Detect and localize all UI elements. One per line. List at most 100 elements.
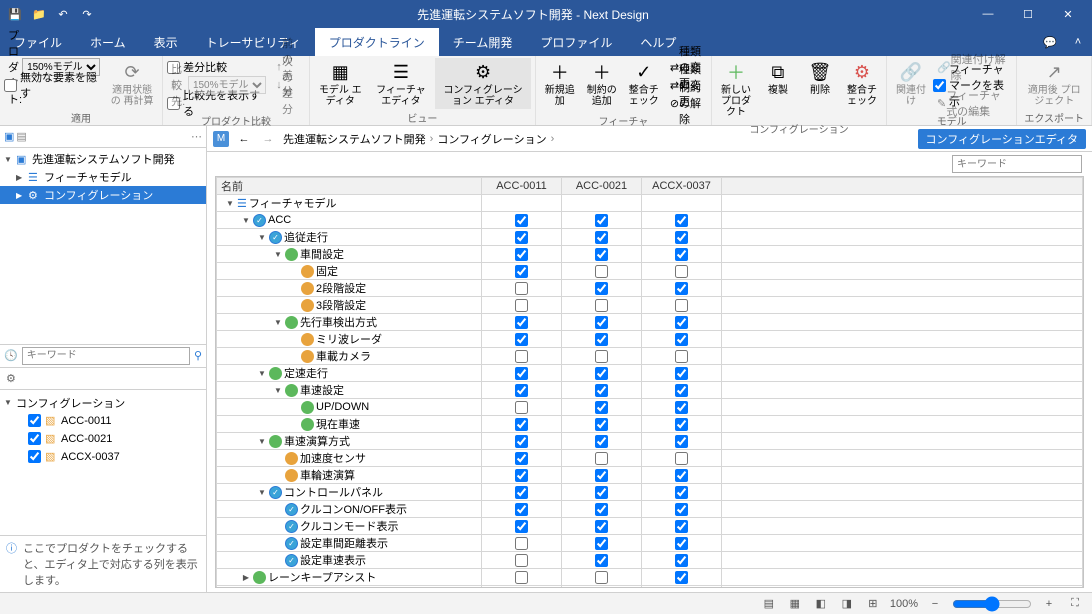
feature-checkbox[interactable] <box>515 248 528 261</box>
delete-button[interactable]: 🗑削除 <box>800 58 840 98</box>
feature-checkbox[interactable] <box>595 571 608 584</box>
tree-configuration[interactable]: ▶⚙コンフィグレーション <box>0 186 206 204</box>
feature-checkbox[interactable] <box>595 367 608 380</box>
feature-checkbox[interactable] <box>595 401 608 414</box>
feature-checkbox[interactable] <box>675 469 688 482</box>
qat-save-icon[interactable]: 💾 <box>4 3 26 25</box>
tab-structure-icon[interactable]: ▤ <box>16 130 26 143</box>
feature-checkbox[interactable] <box>675 452 688 465</box>
grid-row[interactable]: ▼先行車検出方式 <box>217 314 1083 331</box>
filter-icon[interactable]: ⚲ <box>194 349 202 362</box>
feature-checkbox[interactable] <box>675 333 688 346</box>
feature-check-button[interactable]: ✓整合チェック <box>624 58 664 109</box>
grid-row[interactable]: 車輪速演算 <box>217 467 1083 484</box>
feature-checkbox[interactable] <box>595 486 608 499</box>
new-product-button[interactable]: ＋新しい プロダクト <box>716 58 756 120</box>
grid-row[interactable]: ▼✓ACC <box>217 212 1083 229</box>
grid-row[interactable]: ▼車速設定 <box>217 382 1083 399</box>
export-button[interactable]: ↗適用後 プロジェクト <box>1021 58 1087 109</box>
breadcrumb-path[interactable]: 先進運転システムソフト開発›コンフィグレーション› <box>283 131 912 147</box>
feature-checkbox[interactable] <box>595 384 608 397</box>
feature-checkbox[interactable] <box>515 316 528 329</box>
feature-checkbox[interactable] <box>515 282 528 295</box>
grid-row[interactable]: ▼☰フィーチャモデル <box>217 195 1083 212</box>
grid-header[interactable]: ACC-0021 <box>562 178 642 195</box>
feature-checkbox[interactable] <box>515 418 528 431</box>
tab-project-icon[interactable]: ▣ <box>4 130 14 143</box>
grid-row[interactable]: 3段階設定 <box>217 297 1083 314</box>
tree-feature-model[interactable]: ▶☰フィーチャモデル <box>0 168 206 186</box>
feature-checkbox[interactable] <box>595 248 608 261</box>
feature-checkbox[interactable] <box>515 503 528 516</box>
grid-row[interactable]: 2段階設定 <box>217 280 1083 297</box>
grid-row[interactable]: 加速度センサ <box>217 450 1083 467</box>
row-expander[interactable]: ▼ <box>257 369 267 378</box>
row-expander[interactable]: ▼ <box>225 199 235 208</box>
feature-checkbox[interactable] <box>675 554 688 567</box>
maximize-button[interactable]: ☐ <box>1008 0 1048 28</box>
hide-invalid-checkbox[interactable]: 無効な要素を隠す <box>4 76 104 94</box>
feature-checkbox[interactable] <box>515 401 528 414</box>
compare-to-select[interactable]: 比較先: 150%モデル <box>167 76 270 94</box>
tree-root[interactable]: ▼▣先進運転システムソフト開発 <box>0 150 206 168</box>
grid-row[interactable]: ✓クルコンON/OFF表示 <box>217 501 1083 518</box>
feature-checkbox[interactable] <box>675 571 688 584</box>
qat-redo-icon[interactable]: ↷ <box>76 3 98 25</box>
cfg-root[interactable]: ▼コンフィグレーション <box>0 394 206 412</box>
feature-checkbox[interactable] <box>595 520 608 533</box>
feature-checkbox[interactable] <box>515 214 528 227</box>
row-expander[interactable]: ▼ <box>257 233 267 242</box>
feature-checkbox[interactable] <box>515 265 528 278</box>
feature-checkbox[interactable] <box>595 214 608 227</box>
breadcrumb-segment[interactable]: 先進運転システムソフト開発 <box>283 131 426 147</box>
add-constraint-button[interactable]: ＋制約の追加 <box>582 58 622 109</box>
feature-editor-button[interactable]: ☰フィーチャ エディタ <box>369 58 434 109</box>
zoom-slider[interactable] <box>952 596 1032 612</box>
feature-checkbox[interactable] <box>595 469 608 482</box>
grid-header[interactable]: 名前 <box>217 178 482 195</box>
feature-checkbox[interactable] <box>675 350 688 363</box>
feature-checkbox[interactable] <box>515 435 528 448</box>
cfg-item-checkbox[interactable] <box>28 414 41 427</box>
row-expander[interactable]: ▼ <box>257 437 267 446</box>
zoom-out-button[interactable]: − <box>926 598 944 610</box>
feature-checkbox[interactable] <box>515 367 528 380</box>
feature-checkbox[interactable] <box>595 452 608 465</box>
grid-row[interactable]: ▼車速演算方式 <box>217 433 1083 450</box>
feature-checkbox[interactable] <box>515 231 528 244</box>
grid-row[interactable]: 現在車速 <box>217 416 1083 433</box>
feature-checkbox[interactable] <box>515 588 528 589</box>
cfg-item[interactable]: ▧ACCX-0037 <box>0 448 206 466</box>
nav-back-button[interactable]: ← <box>235 130 253 148</box>
grid-row[interactable]: ✓設定車速表示 <box>217 552 1083 569</box>
edit-fexpr-button[interactable]: ✎フィーチャ式の編集 <box>933 94 1012 112</box>
feature-checkbox[interactable] <box>515 452 528 465</box>
cfg-item-checkbox[interactable] <box>28 450 41 463</box>
feature-checkbox[interactable] <box>675 418 688 431</box>
close-button[interactable]: ✕ <box>1048 0 1088 28</box>
reapply-button[interactable]: ⟳ 適用状態の 再計算 <box>106 58 158 109</box>
feature-checkbox[interactable] <box>675 248 688 261</box>
feature-checkbox[interactable] <box>595 231 608 244</box>
feature-checkbox[interactable] <box>595 350 608 363</box>
config-check-button[interactable]: ⚙整合チェック <box>842 58 882 109</box>
nav-forward-button[interactable]: → <box>259 130 277 148</box>
grid-row[interactable]: UP/DOWN <box>217 399 1083 416</box>
cfg-item[interactable]: ▧ACC-0011 <box>0 412 206 430</box>
sb-view4-icon[interactable]: ◨ <box>838 597 856 610</box>
feature-checkbox[interactable] <box>515 537 528 550</box>
feature-checkbox[interactable] <box>675 367 688 380</box>
tab-options-icon[interactable]: ⋯ <box>191 130 202 143</box>
grid-row[interactable]: ▼✓追従走行 <box>217 229 1083 246</box>
row-expander[interactable]: ▼ <box>273 250 283 259</box>
associate-button[interactable]: 🔗関連付け <box>891 58 931 109</box>
grid-filter-input[interactable] <box>952 155 1082 173</box>
row-expander[interactable]: ▼ <box>273 318 283 327</box>
grid-row[interactable]: ✓設定車間距離表示 <box>217 535 1083 552</box>
unassociate-button[interactable]: 🔗関連付け解除 <box>933 58 1012 76</box>
minimize-button[interactable]: — <box>968 0 1008 28</box>
feature-checkbox[interactable] <box>675 265 688 278</box>
feature-checkbox[interactable] <box>675 537 688 550</box>
feature-checkbox[interactable] <box>515 486 528 499</box>
config-editor-badge[interactable]: コンフィグレーションエディタ <box>918 129 1086 149</box>
